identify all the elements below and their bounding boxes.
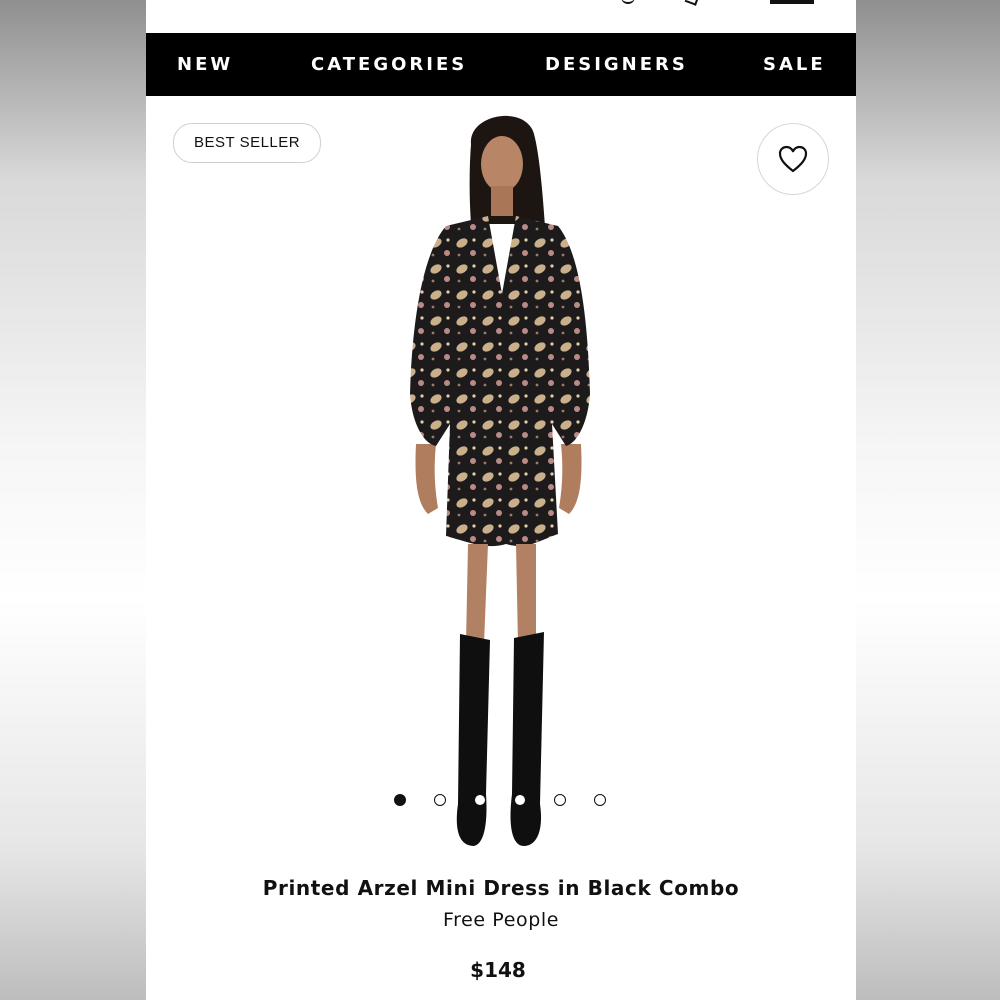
carousel-dot[interactable] [434,794,446,806]
nav-item-designers[interactable]: DESIGNERS [545,33,688,96]
best-seller-badge: BEST SELLER [173,123,322,163]
account-icon[interactable] [684,0,700,6]
nav-item-new[interactable]: NEW [177,33,233,96]
product-title[interactable]: Printed Arzel Mini Dress in Black Combo [146,876,856,900]
product-brand[interactable]: Free People [146,909,856,931]
carousel-dot[interactable] [474,794,486,806]
search-icon[interactable] [621,0,635,4]
product-price: $148 [470,958,526,982]
top-header [146,0,856,33]
product-page: NEW CATEGORIES DESIGNERS SALE BEST SELLE… [146,0,856,1000]
product-image-carousel[interactable]: BEST SELLER [146,96,856,866]
product-photo [410,115,590,846]
bag-icon[interactable] [770,0,814,4]
carousel-dot[interactable] [554,794,566,806]
carousel-dot[interactable] [594,794,606,806]
left-background [0,0,146,1000]
main-nav: NEW CATEGORIES DESIGNERS SALE [146,33,856,96]
nav-item-sale[interactable]: SALE [763,33,826,96]
wishlist-button[interactable] [757,123,829,195]
nav-item-categories[interactable]: CATEGORIES [311,33,467,96]
right-background [856,0,1000,1000]
carousel-dots [394,794,614,808]
carousel-dot[interactable] [394,794,406,806]
heart-icon [778,145,808,173]
carousel-dot[interactable] [514,794,526,806]
